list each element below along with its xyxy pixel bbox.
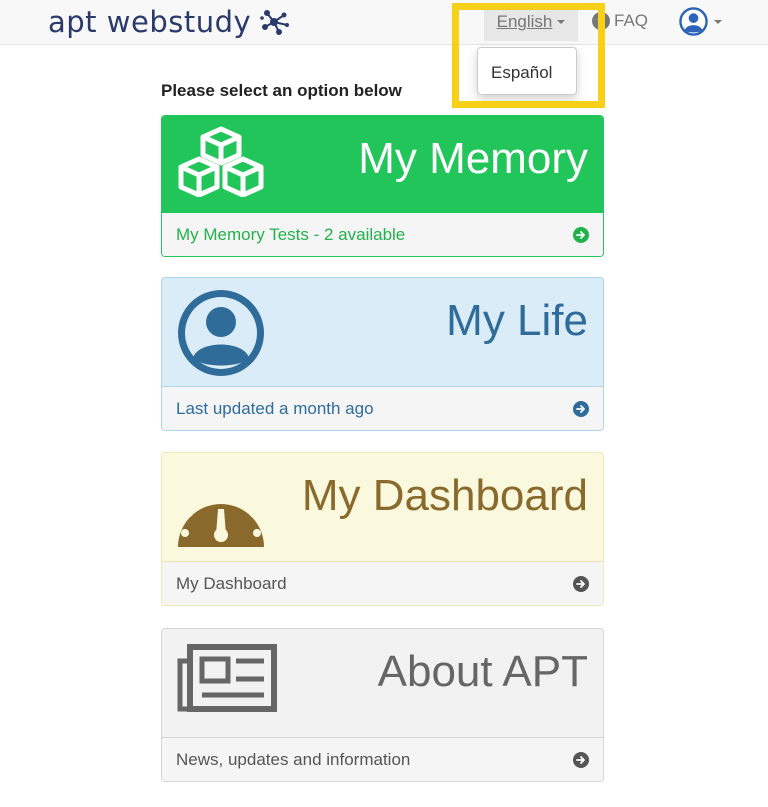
cubes-icon (178, 126, 264, 197)
arrow-circle-right-icon (573, 576, 589, 592)
card-header: About APT (162, 629, 603, 737)
card-footer-text: My Dashboard (176, 573, 287, 593)
card-footer-link[interactable]: News, updates and information (162, 737, 603, 781)
arrow-circle-right-icon (573, 752, 589, 768)
card-footer-link[interactable]: My Memory Tests - 2 available (162, 212, 603, 256)
user-circle-icon (679, 7, 708, 36)
card-title: My Dashboard (301, 471, 588, 520)
faq-label: FAQ (614, 11, 649, 30)
card-header: My Memory (162, 116, 603, 212)
top-navbar: apt webstudy English ? FAQ (0, 0, 768, 45)
card-header: My Life (162, 278, 603, 386)
page-prompt: Please select an option below (161, 81, 402, 100)
card-footer-link[interactable]: My Dashboard (162, 561, 603, 605)
my-dashboard-card[interactable]: My Dashboard My Dashboard (161, 452, 604, 606)
my-life-card[interactable]: My Life Last updated a month ago (161, 277, 604, 431)
brand-logo[interactable]: apt webstudy (48, 2, 291, 42)
card-footer-text: Last updated a month ago (176, 398, 374, 418)
language-dropdown-toggle[interactable]: English (484, 3, 578, 41)
caret-down-icon (714, 19, 722, 24)
language-dropdown-menu: Español (477, 47, 577, 95)
card-title: About APT (377, 647, 588, 696)
brand-name: apt webstudy (48, 5, 252, 39)
user-menu-toggle[interactable] (679, 7, 722, 36)
newspaper-icon (177, 644, 277, 712)
network-nodes-icon (260, 10, 290, 35)
language-label: English (496, 12, 553, 31)
arrow-circle-right-icon (573, 401, 589, 417)
my-memory-card[interactable]: My Memory My Memory Tests - 2 available (161, 115, 604, 257)
language-option-espanol[interactable]: Español (491, 63, 552, 83)
about-apt-card[interactable]: About APT News, updates and information (161, 628, 604, 782)
card-title: My Life (446, 296, 588, 345)
caret-down-icon (557, 20, 566, 24)
card-footer-text: My Memory Tests - 2 available (176, 224, 406, 244)
user-circle-icon (178, 290, 264, 376)
card-title: My Memory (358, 134, 588, 183)
question-circle-icon: ? (592, 12, 610, 30)
faq-link[interactable]: ? FAQ (592, 11, 648, 31)
card-footer-text: News, updates and information (176, 749, 411, 769)
dashboard-gauge-icon (178, 483, 264, 547)
card-header: My Dashboard (162, 453, 603, 561)
arrow-circle-right-icon (573, 227, 589, 243)
card-footer-link[interactable]: Last updated a month ago (162, 386, 603, 430)
